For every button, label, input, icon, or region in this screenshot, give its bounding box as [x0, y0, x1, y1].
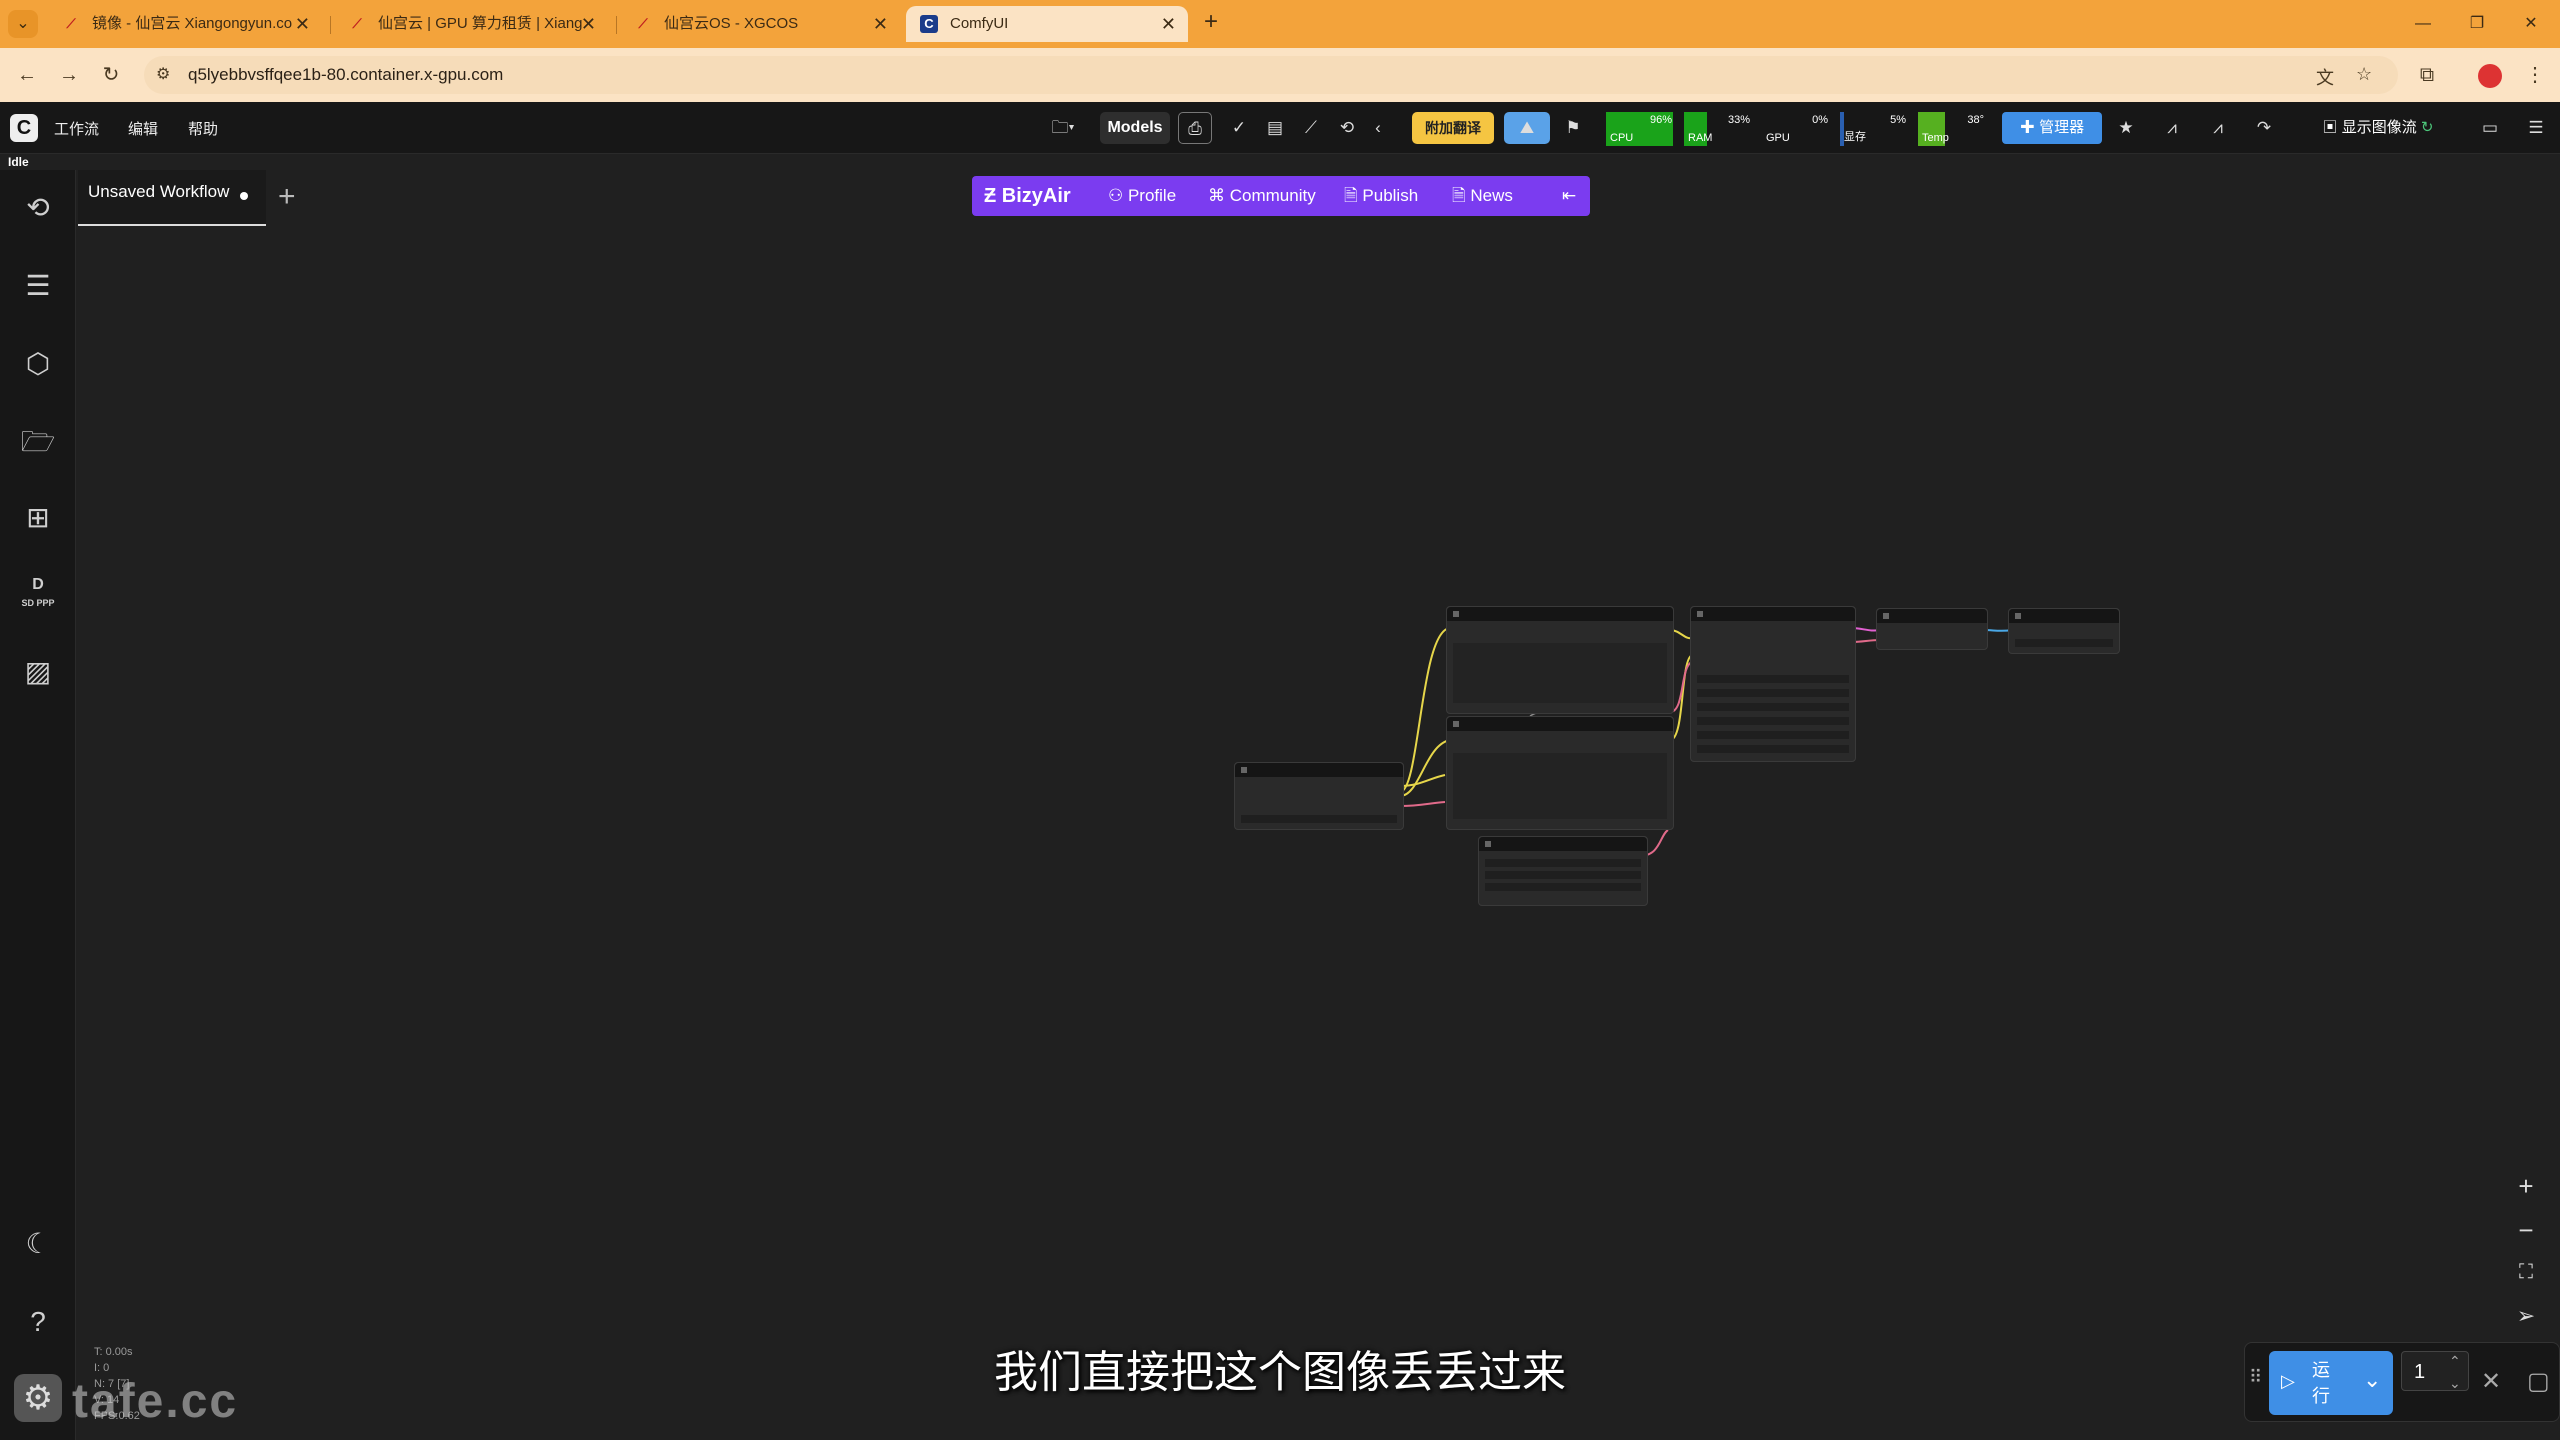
node-widget[interactable]	[1241, 815, 1397, 823]
text-area[interactable]	[1453, 643, 1667, 703]
node-widget[interactable]	[1697, 745, 1849, 753]
video-subtitle: 我们直接把这个图像丢丢过来	[994, 1348, 1566, 1397]
ksampler-node[interactable]	[1690, 606, 1856, 762]
zoom-out-icon[interactable]: −	[2508, 1212, 2544, 1248]
link-wire	[1399, 801, 1446, 807]
node-header[interactable]	[1235, 763, 1403, 777]
zoom-in-icon[interactable]: +	[2508, 1168, 2544, 1204]
text-encode-node[interactable]	[1446, 716, 1674, 830]
node-header[interactable]	[1447, 607, 1673, 621]
node-header[interactable]	[1447, 717, 1673, 731]
node-widget[interactable]	[1697, 689, 1849, 697]
text-encode-node[interactable]	[1446, 606, 1674, 714]
locate-icon[interactable]: ➢	[2508, 1298, 2544, 1334]
fit-view-icon[interactable]: ⛶	[2508, 1254, 2544, 1290]
node-widget[interactable]	[2015, 639, 2113, 647]
save-image-node[interactable]	[2008, 608, 2120, 654]
node-widget[interactable]	[1485, 859, 1641, 867]
node-header[interactable]	[1877, 609, 1987, 623]
settings-gear-icon[interactable]: ⚙	[14, 1374, 62, 1422]
node-widget[interactable]	[1697, 717, 1849, 725]
node-links	[1399, 627, 2013, 857]
node-widget[interactable]	[1697, 703, 1849, 711]
text-area[interactable]	[1453, 753, 1667, 819]
node-header[interactable]	[2009, 609, 2119, 623]
empty-latent-node[interactable]	[1478, 836, 1648, 906]
load-checkpoint-node[interactable]	[1234, 762, 1404, 830]
watermark: tafe.cc	[72, 1375, 239, 1428]
node-widget[interactable]	[1697, 675, 1849, 683]
node-header[interactable]	[1691, 607, 1855, 621]
node-header[interactable]	[1479, 837, 1647, 851]
node-widget[interactable]	[1485, 871, 1641, 879]
node-widget[interactable]	[1485, 883, 1641, 891]
vae-decode-node[interactable]	[1876, 608, 1988, 650]
link-wire	[1399, 739, 1451, 797]
node-widget[interactable]	[1697, 731, 1849, 739]
